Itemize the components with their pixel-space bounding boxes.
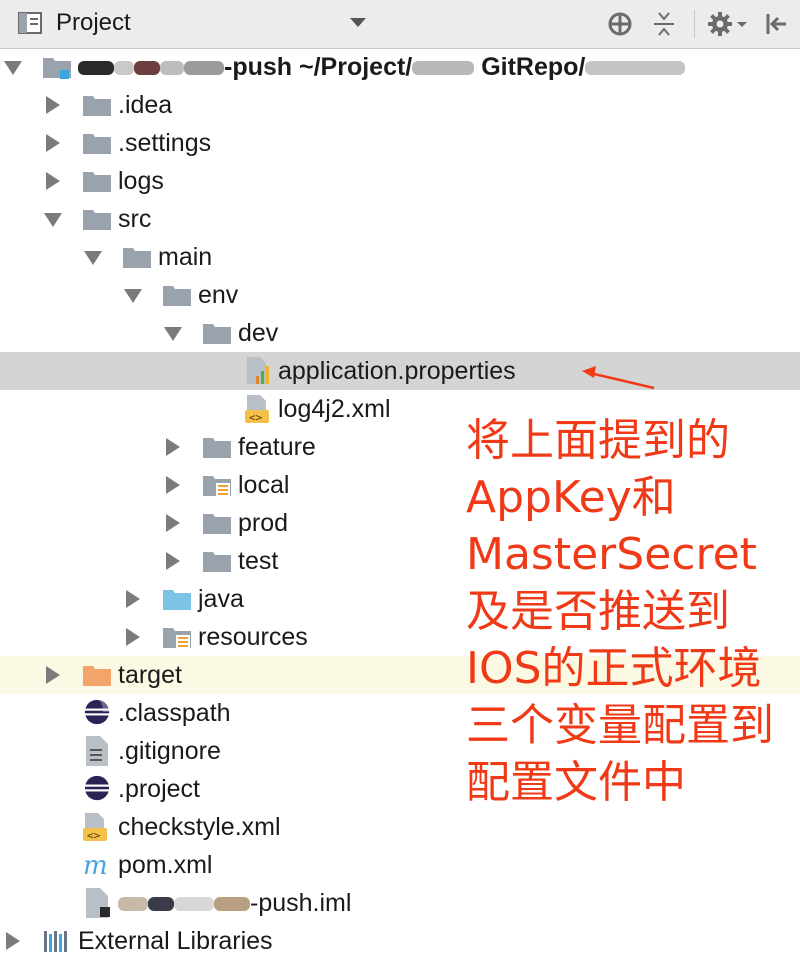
- folder-icon: [83, 172, 111, 192]
- chevron-right-icon[interactable]: [166, 476, 180, 494]
- toolbar-divider: [694, 10, 695, 38]
- folder-icon: [83, 96, 111, 116]
- resource-folder-icon: [163, 628, 191, 649]
- tree-item-label: .settings: [118, 129, 212, 157]
- folder-icon: [203, 552, 231, 572]
- dropdown-chevron-icon[interactable]: [350, 18, 366, 27]
- eclipse-icon: [84, 699, 110, 725]
- annotation-arrow-icon: [582, 366, 655, 390]
- folder-icon: [83, 210, 111, 230]
- tree-row-idea[interactable]: .idea: [0, 86, 800, 124]
- gear-settings-icon[interactable]: [706, 10, 750, 38]
- xml-file-icon: <>: [83, 813, 107, 842]
- excluded-folder-icon: [83, 666, 111, 686]
- folder-icon: [83, 134, 111, 154]
- resource-folder-icon: [203, 476, 231, 497]
- chevron-right-icon[interactable]: [166, 514, 180, 532]
- tree-row-iml[interactable]: -push.iml: [0, 884, 800, 922]
- tree-item-label: .project: [118, 775, 200, 803]
- tree-item-label: target: [118, 661, 182, 689]
- tree-item-label: External Libraries: [78, 927, 273, 955]
- xml-file-icon: <>: [245, 395, 269, 424]
- properties-file-icon: [247, 357, 269, 384]
- libraries-icon: [44, 931, 67, 952]
- project-root-path: ~/Project/ GitRepo/: [299, 53, 686, 81]
- tree-row-application-properties[interactable]: application.properties: [0, 352, 800, 390]
- folder-icon: [123, 248, 151, 268]
- tree-row-main[interactable]: main: [0, 238, 800, 276]
- chevron-down-icon[interactable]: [164, 327, 182, 341]
- chevron-right-icon[interactable]: [6, 932, 20, 950]
- module-folder-icon: [43, 58, 71, 79]
- tree-item-label: .idea: [118, 91, 173, 119]
- tree-row-logs[interactable]: logs: [0, 162, 800, 200]
- chevron-right-icon[interactable]: [46, 134, 60, 152]
- tree-row-settings[interactable]: .settings: [0, 124, 800, 162]
- chevron-right-icon[interactable]: [126, 590, 140, 608]
- tree-item-label: log4j2.xml: [278, 395, 391, 423]
- svg-text:m: m: [83, 852, 108, 878]
- tree-item-label: src: [118, 205, 152, 233]
- project-toolbar: Project: [0, 0, 800, 49]
- module-file-icon: [86, 888, 110, 918]
- folder-icon: [203, 514, 231, 534]
- tree-row-external-libraries[interactable]: External Libraries: [0, 922, 800, 960]
- locate-target-icon[interactable]: [606, 10, 634, 38]
- tree-item-label: .classpath: [118, 699, 231, 727]
- tree-item-label: env: [198, 281, 239, 309]
- source-folder-icon: [163, 590, 191, 610]
- collapse-all-icon[interactable]: [650, 10, 678, 38]
- tree-item-label: -push.iml: [118, 889, 351, 918]
- chevron-right-icon[interactable]: [166, 552, 180, 570]
- svg-text:<>: <>: [249, 411, 263, 424]
- chevron-right-icon[interactable]: [46, 666, 60, 684]
- tree-item-label: checkstyle.xml: [118, 813, 281, 841]
- svg-text:<>: <>: [87, 829, 101, 842]
- tree-item-label: feature: [238, 433, 316, 461]
- maven-icon: m: [83, 852, 108, 878]
- chevron-right-icon[interactable]: [46, 96, 60, 114]
- folder-icon: [203, 324, 231, 344]
- project-view-icon: [18, 12, 42, 34]
- text-file-icon: [86, 736, 108, 766]
- chevron-down-icon[interactable]: [44, 213, 62, 227]
- tree-row-env[interactable]: env: [0, 276, 800, 314]
- tree-item-label: .gitignore: [118, 737, 221, 765]
- tree-row-src[interactable]: src: [0, 200, 800, 238]
- tree-item-label: test: [238, 547, 279, 575]
- chevron-down-icon[interactable]: [84, 251, 102, 265]
- hide-panel-icon[interactable]: [762, 10, 790, 38]
- chevron-right-icon[interactable]: [166, 438, 180, 456]
- eclipse-icon: [84, 775, 110, 801]
- tree-row-dev[interactable]: dev: [0, 314, 800, 352]
- tree-row-root[interactable]: -push ~/Project/ GitRepo/: [0, 48, 800, 86]
- tree-item-label: pom.xml: [118, 851, 213, 879]
- project-root-name: -push ~/Project/ GitRepo/: [78, 53, 686, 82]
- tree-item-label: dev: [238, 319, 279, 347]
- tree-row-checkstyle[interactable]: <> checkstyle.xml: [0, 808, 800, 846]
- chevron-right-icon[interactable]: [46, 172, 60, 190]
- chevron-down-icon[interactable]: [124, 289, 142, 303]
- folder-icon: [203, 438, 231, 458]
- tree-row-pom[interactable]: m pom.xml: [0, 846, 800, 884]
- chevron-right-icon[interactable]: [126, 628, 140, 646]
- tree-item-label: prod: [238, 509, 289, 537]
- annotation-text: 将上面提到的 AppKey和 MasterSecret 及是否推送到 IOS的正…: [466, 415, 774, 808]
- view-selector-label[interactable]: Project: [56, 9, 131, 37]
- tree-item-label: local: [238, 471, 290, 499]
- tree-item-label: logs: [118, 167, 164, 195]
- tree-item-label: main: [158, 243, 213, 271]
- tree-item-label: java: [198, 585, 244, 613]
- tree-item-label: application.properties: [278, 357, 516, 385]
- folder-icon: [163, 286, 191, 306]
- tree-item-label: resources: [198, 623, 308, 651]
- chevron-down-icon[interactable]: [4, 61, 22, 75]
